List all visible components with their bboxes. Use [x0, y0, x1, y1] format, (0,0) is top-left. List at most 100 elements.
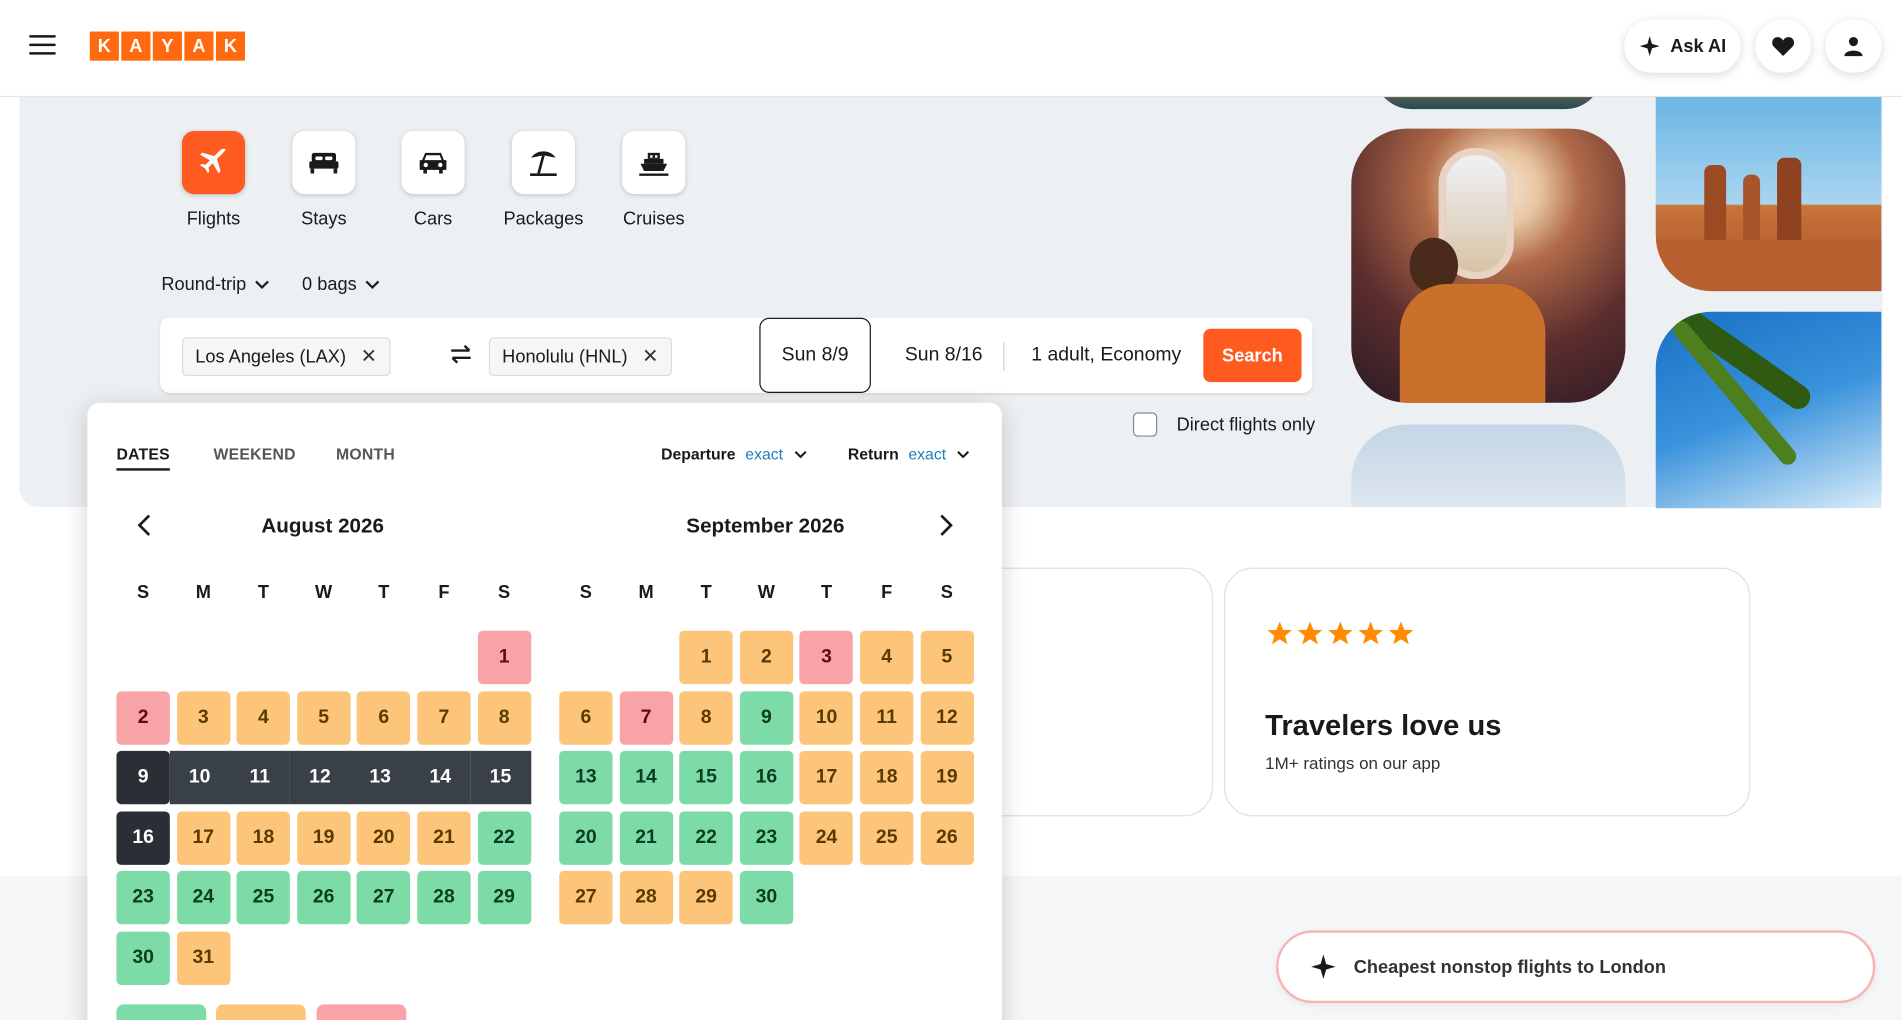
calendar-day[interactable]: 7	[417, 690, 471, 745]
sparkle-icon	[1639, 36, 1660, 57]
departure-flex-dropdown[interactable]: Departure exact	[661, 445, 807, 463]
menu-icon[interactable]	[29, 35, 56, 57]
calendar-day[interactable]: 29	[679, 870, 733, 925]
calendar-day[interactable]: 27	[559, 870, 613, 925]
calendar-day[interactable]: 8	[679, 690, 733, 745]
calendar-day[interactable]: 21	[417, 810, 471, 865]
ask-ai-button[interactable]: Ask AI	[1624, 19, 1741, 73]
calendar-day[interactable]: 22	[679, 810, 733, 865]
vertical-packages[interactable]: Packages	[503, 131, 583, 229]
calendar-day[interactable]: 13	[349, 750, 411, 805]
tab-weekend[interactable]: WEEKEND	[213, 445, 295, 463]
calendar-day[interactable]: 17	[176, 810, 230, 865]
travelers-love-card	[1223, 567, 1751, 817]
swap-icon[interactable]	[446, 340, 475, 369]
calendar-day[interactable]: 10	[169, 750, 230, 805]
vertical-stays[interactable]: Stays	[291, 131, 357, 229]
calendar-day[interactable]: 30	[116, 930, 170, 985]
return-flex-dropdown[interactable]: Return exact	[848, 445, 970, 463]
star-icon	[1388, 621, 1414, 645]
calendar-day[interactable]: 24	[799, 810, 854, 865]
legend-low-price	[116, 1004, 207, 1020]
calendar-day[interactable]: 30	[739, 870, 794, 925]
calendar-day[interactable]: 22	[477, 810, 531, 865]
trip-type-dropdown[interactable]: Round-trip	[161, 274, 270, 295]
calendar-day[interactable]: 27	[357, 870, 411, 925]
calendar-day[interactable]: 28	[619, 870, 673, 925]
travelers-cabin-field[interactable]: 1 adult, Economy	[1016, 318, 1196, 393]
close-icon[interactable]: ✕	[361, 344, 377, 368]
close-icon[interactable]: ✕	[642, 344, 658, 368]
calendar-day[interactable]: 16	[116, 810, 170, 865]
vertical-cruises[interactable]: Cruises	[621, 131, 687, 229]
vertical-cars[interactable]: Cars	[400, 131, 466, 229]
calendar-day[interactable]: 4	[236, 690, 291, 745]
calendar-day[interactable]: 29	[477, 870, 531, 925]
calendar-day[interactable]: 5	[296, 690, 351, 745]
calendar-day[interactable]: 14	[619, 750, 673, 805]
calendar-day[interactable]: 26	[920, 810, 974, 865]
departure-date-field[interactable]: Sun 8/9	[759, 317, 871, 394]
calendar-day[interactable]: 9	[116, 750, 170, 805]
calendar-day[interactable]: 20	[559, 810, 613, 865]
star-icon	[1328, 621, 1353, 645]
calendar-day[interactable]: 2	[116, 690, 170, 745]
calendar-day[interactable]: 15	[679, 750, 733, 805]
calendar-day[interactable]: 1	[477, 630, 531, 685]
ai-prompt-text: Cheapest nonstop flights to London	[1353, 956, 1667, 978]
calendar-day[interactable]: 3	[176, 690, 230, 745]
calendar-day[interactable]: 20	[357, 810, 411, 865]
calendar-day[interactable]: 6	[559, 690, 613, 745]
calendar-day[interactable]: 5	[920, 630, 974, 685]
heart-icon	[1772, 37, 1795, 57]
account-button[interactable]	[1825, 19, 1882, 73]
weekday-header: W	[315, 582, 333, 603]
calendar-day[interactable]: 6	[357, 690, 411, 745]
ai-prompt-suggestion[interactable]: Cheapest nonstop flights to London	[1276, 930, 1876, 1004]
direct-flights-checkbox[interactable]: Direct flights only	[1132, 412, 1315, 437]
vertical-flights[interactable]: Flights	[181, 131, 247, 229]
tab-month[interactable]: MONTH	[336, 445, 395, 463]
return-date-field[interactable]: Sun 8/16	[888, 318, 1000, 393]
calendar-day[interactable]: 11	[860, 690, 914, 745]
origin-chip[interactable]: Los Angeles (LAX) ✕	[181, 337, 391, 377]
calendar-day[interactable]: 1	[679, 630, 733, 685]
calendar-day[interactable]: 28	[417, 870, 471, 925]
calendar-day[interactable]: 10	[799, 690, 854, 745]
favorites-button[interactable]	[1755, 19, 1812, 73]
calendar-day[interactable]: 23	[116, 870, 170, 925]
calendar-day[interactable]: 7	[619, 690, 673, 745]
calendar-day[interactable]: 21	[619, 810, 673, 865]
search-button[interactable]: Search	[1203, 328, 1302, 383]
checkbox-box[interactable]	[1132, 412, 1158, 437]
calendar-day[interactable]: 12	[920, 690, 974, 745]
calendar-day[interactable]: 11	[229, 750, 291, 805]
calendar-day[interactable]: 2	[739, 630, 794, 685]
departure-flex-label: Departure	[661, 445, 736, 464]
calendar-day[interactable]: 12	[289, 750, 351, 805]
calendar-day[interactable]: 31	[176, 930, 230, 985]
calendar-day[interactable]: 19	[296, 810, 351, 865]
calendar-day[interactable]: 25	[860, 810, 914, 865]
calendar-day[interactable]: 16	[739, 750, 794, 805]
calendar-day[interactable]: 26	[296, 870, 351, 925]
calendar-day[interactable]: 14	[409, 750, 471, 805]
calendar-day[interactable]: 8	[477, 690, 531, 745]
calendar-day[interactable]: 23	[739, 810, 794, 865]
weekday-header: T	[378, 582, 390, 603]
calendar-day[interactable]: 25	[236, 870, 291, 925]
calendar-day[interactable]: 13	[559, 750, 613, 805]
kayak-logo[interactable]: KAYAK	[89, 31, 246, 61]
destination-chip[interactable]: Honolulu (HNL) ✕	[488, 337, 672, 377]
bags-dropdown[interactable]: 0 bags	[302, 274, 381, 295]
calendar-day[interactable]: 18	[236, 810, 291, 865]
calendar-day[interactable]: 24	[176, 870, 230, 925]
calendar-day[interactable]: 15	[470, 750, 531, 805]
calendar-day[interactable]: 9	[739, 690, 794, 745]
calendar-day[interactable]: 19	[920, 750, 974, 805]
tab-dates[interactable]: DATES	[116, 445, 171, 471]
calendar-day[interactable]: 18	[860, 750, 914, 805]
calendar-day[interactable]: 3	[799, 630, 854, 685]
calendar-day[interactable]: 17	[799, 750, 854, 805]
calendar-day[interactable]: 4	[860, 630, 914, 685]
